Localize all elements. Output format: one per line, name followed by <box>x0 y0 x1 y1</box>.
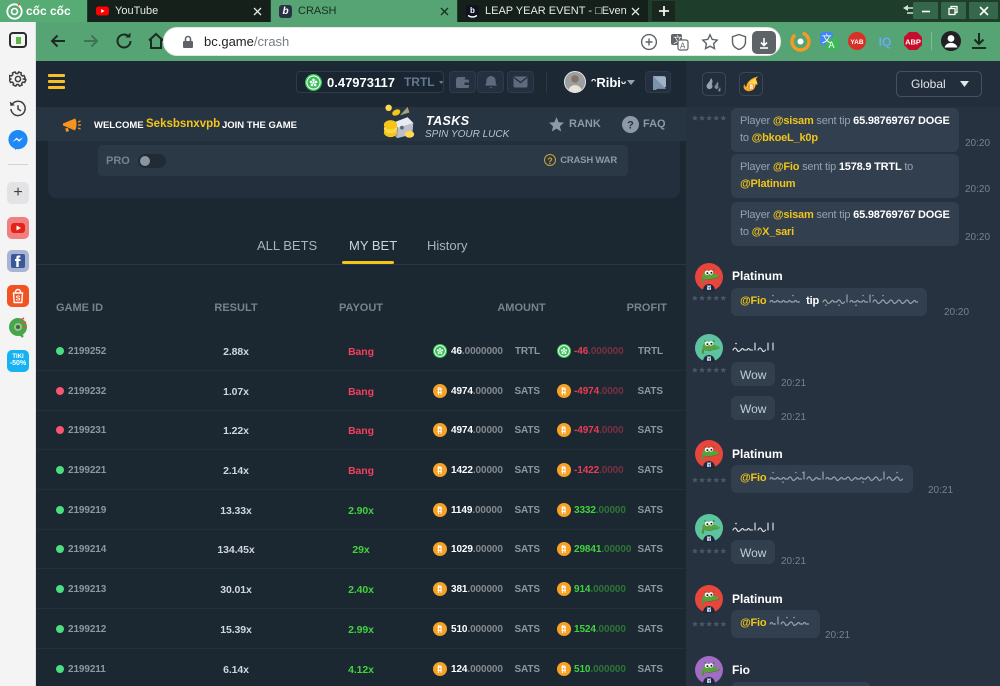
svg-text:A: A <box>829 40 835 50</box>
svg-text:A: A <box>680 42 686 51</box>
svg-text:ABP: ABP <box>905 38 921 47</box>
svg-text:b: b <box>470 6 475 15</box>
svg-text:IQ: IQ <box>879 35 892 49</box>
svg-text:?: ? <box>627 120 634 132</box>
svg-text:S: S <box>15 294 20 303</box>
svg-text:YAB: YAB <box>850 39 863 46</box>
